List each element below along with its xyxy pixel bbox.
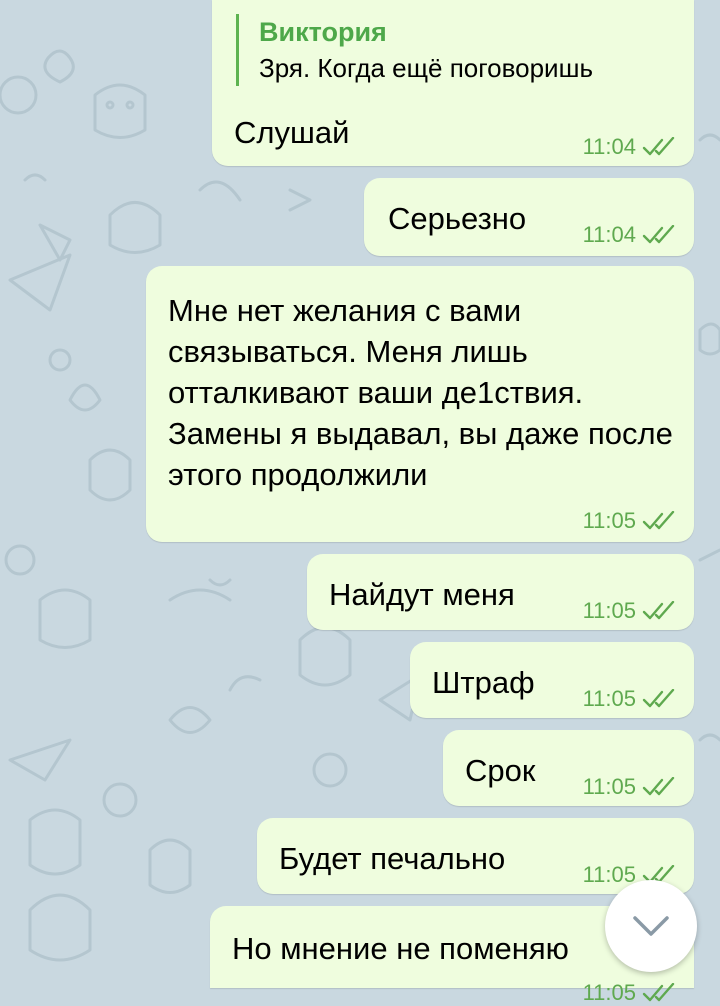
message-time: 11:05 xyxy=(582,508,636,533)
double-check-icon xyxy=(642,225,675,244)
message-time: 11:04 xyxy=(582,222,636,247)
scroll-down-button[interactable] xyxy=(605,880,697,972)
message-time: 11:05 xyxy=(582,686,636,711)
message-meta: 11:05 xyxy=(583,686,676,712)
message-text: Срок xyxy=(465,753,536,788)
reply-text: Зря. Когда ещё поговоришь xyxy=(259,53,593,83)
message-bubble[interactable]: Срок 11:05 xyxy=(443,730,694,806)
message-bubble[interactable]: Виктория Зря. Когда ещё поговоришь Слуша… xyxy=(212,0,694,166)
message-meta: 11:04 xyxy=(583,134,676,160)
message-text: Будет печально xyxy=(279,841,506,876)
message-text: Мне нет желания с вами связываться. Меня… xyxy=(168,293,673,492)
reply-preview[interactable]: Виктория Зря. Когда ещё поговоришь xyxy=(236,14,593,86)
message-meta: 11:05 xyxy=(583,598,676,624)
message-time: 11:05 xyxy=(582,598,636,623)
message-text: Но мнение не поменяю xyxy=(232,931,569,966)
double-check-icon xyxy=(642,777,675,796)
message-time: 11:05 xyxy=(582,980,636,1005)
message-bubble[interactable]: Мне нет желания с вами связываться. Меня… xyxy=(146,266,694,542)
message-text: Серьезно xyxy=(388,201,527,236)
double-check-icon xyxy=(642,601,675,620)
message-time: 11:05 xyxy=(582,862,636,887)
message-time: 11:05 xyxy=(582,774,636,799)
message-bubble[interactable]: Серьезно 11:04 xyxy=(364,178,694,256)
message-text: Штраф xyxy=(432,665,535,700)
double-check-icon xyxy=(642,689,675,708)
message-meta: 11:05 xyxy=(583,508,676,534)
double-check-icon xyxy=(642,511,675,530)
message-time: 11:04 xyxy=(582,134,636,159)
message-meta: 11:04 xyxy=(583,222,676,248)
message-bubble[interactable]: Будет печально 11:05 xyxy=(257,818,694,894)
message-text: Найдут меня xyxy=(329,577,515,612)
chevron-down-icon xyxy=(633,916,669,936)
message-bubble[interactable]: Штраф 11:05 xyxy=(410,642,694,718)
double-check-icon xyxy=(642,983,675,1002)
message-meta: 11:05 xyxy=(583,980,676,1006)
message-text: Слушай xyxy=(234,115,350,150)
reply-author: Виктория xyxy=(259,17,387,47)
double-check-icon xyxy=(642,137,675,156)
message-bubble[interactable]: Найдут меня 11:05 xyxy=(307,554,694,630)
message-meta: 11:05 xyxy=(583,774,676,800)
